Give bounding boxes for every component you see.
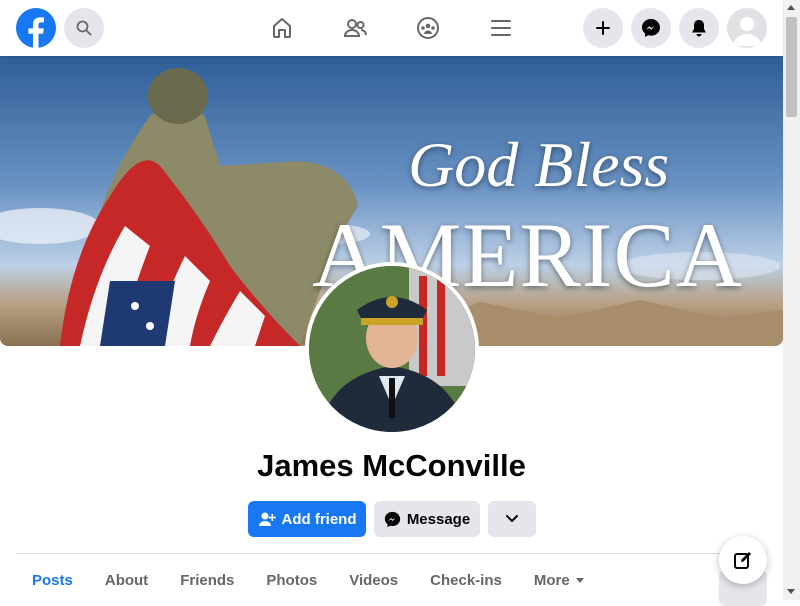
new-message-button[interactable] (719, 536, 767, 584)
home-icon (273, 18, 291, 38)
section-divider (16, 553, 767, 554)
create-button[interactable] (583, 8, 623, 48)
tab-check-ins[interactable]: Check-ins (414, 560, 518, 600)
notifications-button[interactable] (679, 8, 719, 48)
search-icon (76, 20, 92, 36)
more-actions-button[interactable] (488, 501, 536, 537)
add-friend-label: Add friend (281, 510, 357, 528)
tab-videos[interactable]: Videos (333, 560, 414, 600)
friends-icon (343, 19, 367, 37)
scroll-up-arrow-icon[interactable] (787, 5, 795, 10)
account-avatar[interactable] (727, 8, 767, 48)
nav-friends[interactable] (339, 12, 371, 44)
tab-more-label: More (533, 571, 570, 589)
message-button[interactable]: Message (374, 501, 480, 537)
groups-icon (417, 17, 439, 39)
avatar-icon (733, 17, 761, 46)
profile-name: James McConville (257, 448, 526, 483)
tab-photos[interactable]: Photos (250, 560, 333, 600)
caret-down-icon (575, 577, 584, 583)
messenger-button[interactable] (631, 8, 671, 48)
facebook-logo-icon[interactable] (16, 8, 56, 48)
profile-picture[interactable] (305, 262, 479, 436)
tab-more[interactable]: More (518, 560, 600, 600)
messenger-icon (642, 19, 660, 37)
top-navigation-bar (0, 0, 783, 56)
bell-icon (692, 20, 706, 37)
compose-icon (734, 552, 751, 569)
nav-home[interactable] (266, 12, 298, 44)
messenger-icon (384, 511, 400, 527)
profile-photo-illustration (309, 266, 475, 432)
add-friend-icon (258, 512, 276, 526)
message-label: Message (406, 510, 471, 528)
cover-text-line1: God Bless (408, 129, 670, 200)
chevron-down-icon (506, 515, 518, 522)
plus-icon (596, 21, 610, 35)
nav-groups[interactable] (412, 12, 444, 44)
tab-posts[interactable]: Posts (16, 560, 89, 600)
tab-friends[interactable]: Friends (164, 560, 250, 600)
nav-menu[interactable] (485, 12, 517, 44)
scrollbar-thumb[interactable] (786, 17, 797, 117)
profile-tabs: Posts About Friends Photos Videos Check-… (16, 560, 600, 600)
tab-about[interactable]: About (89, 560, 164, 600)
menu-icon (491, 20, 511, 36)
search-button[interactable] (64, 8, 104, 48)
add-friend-button[interactable]: Add friend (248, 501, 366, 537)
scroll-down-arrow-icon[interactable] (787, 589, 795, 594)
